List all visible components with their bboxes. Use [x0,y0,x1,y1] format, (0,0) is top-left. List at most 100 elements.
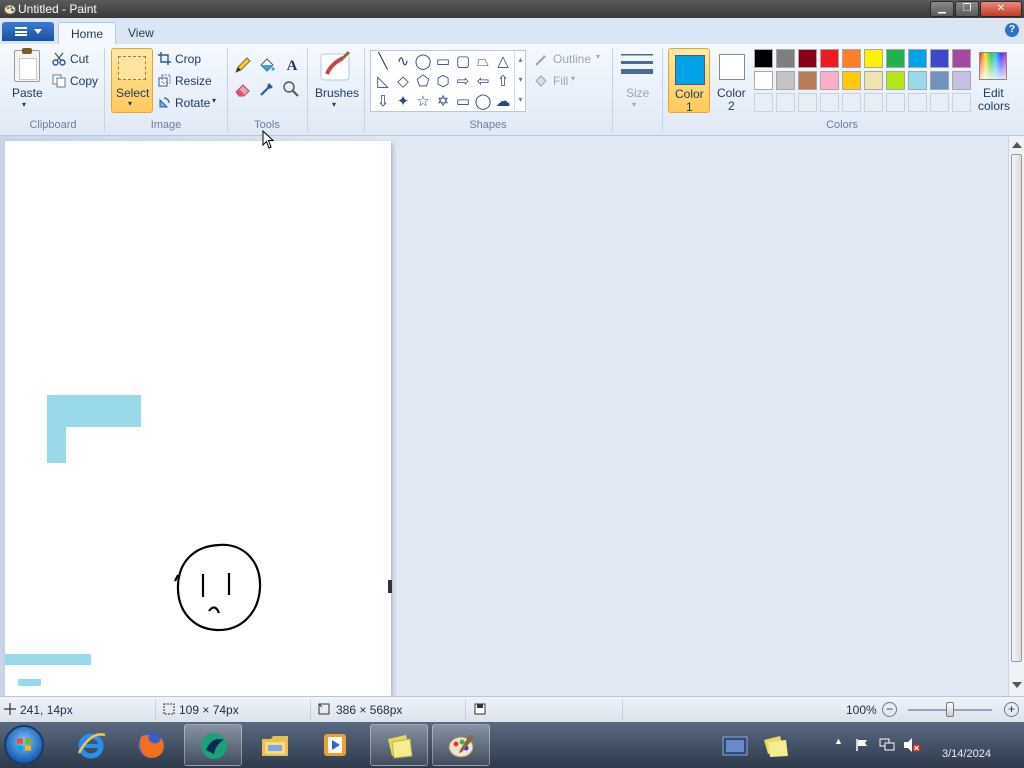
shape-tool[interactable]: ◯ [473,92,493,112]
scroll-down-icon[interactable] [1012,682,1022,688]
color-picker-icon[interactable] [258,80,276,98]
pencil-icon[interactable] [234,56,252,74]
help-icon[interactable]: ? [1005,23,1019,37]
paste-button[interactable]: Paste [12,86,43,100]
chevron-down-icon[interactable]: ▾ [332,100,336,109]
palette-swatch-empty[interactable] [820,93,839,112]
minimize-button[interactable]: ▁ [930,1,954,17]
palette-swatch[interactable] [798,71,817,90]
palette-swatch[interactable] [952,71,971,90]
taskbar-media-player[interactable] [306,724,364,766]
shape-tool[interactable]: ⏢ [473,52,493,72]
palette-swatch[interactable] [776,71,795,90]
palette-swatch-empty[interactable] [908,93,927,112]
palette-swatch[interactable] [754,71,773,90]
paint-menu-button[interactable] [2,22,54,41]
fill-bucket-icon[interactable] [258,56,276,74]
edit-colors-label[interactable]: Edit [983,86,1004,100]
color1-button[interactable]: Color 1 [668,48,710,114]
shape-tool[interactable]: ⇦ [473,72,493,92]
clipboard-icon[interactable] [14,48,40,82]
scissors-icon[interactable] [52,52,66,66]
zoom-in-button[interactable]: + [1004,702,1019,717]
palette-swatch-empty[interactable] [864,93,883,112]
select-button[interactable]: Select ▾ [111,48,153,113]
vertical-scrollbar[interactable] [1008,136,1024,696]
tab-home[interactable]: Home [58,22,117,44]
chevron-down-icon[interactable]: ▾ [596,52,600,61]
scroll-up-icon[interactable] [1012,142,1022,148]
magnifier-icon[interactable] [282,80,300,98]
shape-tool[interactable]: △ [493,52,513,72]
palette-swatch[interactable] [798,49,817,68]
size-button[interactable]: Size [626,86,649,100]
tab-view[interactable]: View [116,22,166,44]
palette-swatch[interactable] [930,71,949,90]
rotate-icon[interactable] [158,96,171,109]
palette-swatch-empty[interactable] [952,93,971,112]
chevron-down-icon[interactable]: ▾ [571,74,575,83]
fill-icon[interactable] [534,74,548,88]
network-icon[interactable] [879,738,895,752]
shape-tool[interactable]: ◺ [373,72,393,92]
shape-tool[interactable]: ⇨ [453,72,473,92]
text-icon[interactable]: A [282,56,302,76]
resize-button[interactable]: Resize [175,74,212,88]
taskbar-firefox[interactable] [122,724,180,766]
copy-button[interactable]: Copy [70,74,98,88]
cut-button[interactable]: Cut [70,52,89,66]
zoom-out-button[interactable]: − [882,702,897,717]
palette-swatch-empty[interactable] [776,93,795,112]
start-button[interactable] [4,725,44,765]
palette-swatch-empty[interactable] [842,93,861,112]
color2-number[interactable]: 2 [728,99,735,113]
fill-button[interactable]: Fill [553,74,568,88]
crop-button[interactable]: Crop [175,52,201,66]
palette-swatch[interactable] [886,71,905,90]
chevron-down-icon[interactable]: ▾ [212,96,216,105]
edit-colors-icon[interactable] [979,52,1007,80]
shapes-scroll[interactable]: ▴ ▾ ▾ [514,50,526,112]
tray-notes-icon[interactable] [762,734,790,758]
drawing-canvas[interactable] [5,141,391,696]
shape-tool[interactable]: ◇ [393,72,413,92]
shape-tool[interactable]: ☆ [413,92,433,112]
palette-swatch[interactable] [754,49,773,68]
outline-button[interactable]: Outline [553,52,591,66]
taskbar-internet-explorer[interactable] [62,724,120,766]
palette-swatch[interactable] [842,49,861,68]
action-center-flag-icon[interactable] [855,738,869,752]
close-button[interactable]: ✕ [980,1,1022,17]
shape-tool[interactable]: ╲ [373,52,393,72]
volume-muted-icon[interactable] [903,737,921,753]
shape-tool[interactable]: ∿ [393,52,413,72]
palette-swatch-empty[interactable] [886,93,905,112]
line-size-icon[interactable] [620,50,654,78]
taskbar-windows-explorer[interactable] [246,724,304,766]
outline-icon[interactable] [534,53,548,67]
palette-swatch[interactable] [908,71,927,90]
palette-swatch[interactable] [886,49,905,68]
scroll-thumb[interactable] [1011,154,1022,662]
chevron-down-icon[interactable]: ▾ [632,100,636,109]
eraser-icon[interactable] [234,80,252,98]
taskbar-paint[interactable] [432,724,490,766]
brushes-button[interactable]: Brushes [315,86,359,100]
shape-tool[interactable]: ◯ [413,52,433,72]
shape-tool[interactable]: ✦ [393,92,413,112]
shape-tool[interactable]: ⬡ [433,72,453,92]
crop-icon[interactable] [158,52,171,65]
shape-tool[interactable]: ⇩ [373,92,393,112]
shape-tool[interactable]: ⇧ [493,72,513,92]
palette-swatch[interactable] [864,49,883,68]
palette-swatch[interactable] [820,49,839,68]
shape-tool[interactable]: ☁ [493,92,513,112]
tray-app-icon[interactable] [722,736,748,756]
copy-icon[interactable] [52,74,66,88]
palette-swatch-empty[interactable] [930,93,949,112]
brush-icon[interactable] [319,50,353,82]
palette-swatch-empty[interactable] [798,93,817,112]
shape-tool[interactable]: ⬠ [413,72,433,92]
palette-swatch[interactable] [842,71,861,90]
show-hidden-icons[interactable]: ▲ [834,736,843,746]
